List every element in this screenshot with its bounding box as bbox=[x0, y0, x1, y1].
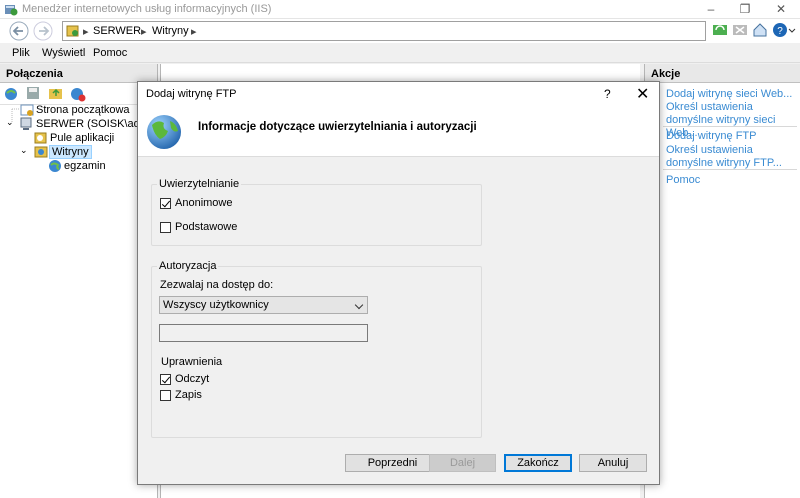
read-label: Odczyt bbox=[175, 373, 210, 385]
globe-icon bbox=[147, 115, 181, 149]
address-bar[interactable]: ▸ SERWER ▸ Witryny ▸ bbox=[62, 21, 706, 41]
dialog-header: Informacje dotyczące uwierzytelniania i … bbox=[138, 108, 659, 156]
tree-label-app-pools: Pule aplikacji bbox=[50, 132, 115, 144]
tree-label-start-page: Strona początkowa bbox=[36, 104, 130, 116]
address-separator-3: ▸ bbox=[191, 26, 197, 38]
next-button[interactable]: Dalej bbox=[429, 454, 496, 472]
allow-access-dropdown[interactable]: Wszyscy użytkownicy bbox=[159, 296, 368, 314]
add-website-link[interactable]: Dodaj witrynę sieci Web... bbox=[666, 88, 796, 101]
add-ftp-site-link[interactable]: Dodaj witrynę FTP bbox=[666, 130, 796, 143]
dialog-title: Dodaj witrynę FTP bbox=[146, 88, 237, 100]
add-ftp-site-dialog: Dodaj witrynę FTP ? ✕ Informacje dotyczą… bbox=[137, 81, 660, 485]
refresh-icon[interactable] bbox=[712, 22, 728, 38]
address-row: ▸ SERWER ▸ Witryny ▸ ? bbox=[0, 19, 800, 43]
connections-pane: Połączenia Strona początkowa ⌄ SERWER (S… bbox=[0, 64, 168, 498]
actions-separator-1 bbox=[663, 126, 797, 127]
menu-view[interactable]: Wyświetl bbox=[42, 47, 85, 59]
title-bar: Menedżer internetowych usług informacyjn… bbox=[0, 0, 800, 19]
sites-folder-icon bbox=[34, 146, 48, 158]
finish-button[interactable]: Zakończ bbox=[504, 454, 572, 472]
tree-label-egzamin: egzamin bbox=[64, 160, 106, 172]
anonymous-checkbox[interactable] bbox=[160, 198, 171, 209]
save-icon[interactable] bbox=[26, 86, 40, 100]
set-ftp-defaults-link[interactable]: Określ ustawienia domyślne witryny FTP..… bbox=[666, 144, 796, 170]
authentication-label: Uwierzytelnianie bbox=[157, 178, 242, 190]
site-globe-icon bbox=[49, 160, 61, 172]
chevron-down-icon bbox=[354, 300, 364, 310]
dialog-header-title: Informacje dotyczące uwierzytelniania i … bbox=[198, 121, 477, 133]
dialog-help-button[interactable]: ? bbox=[604, 87, 611, 101]
app-pool-icon bbox=[34, 132, 47, 144]
actions-pane: Akcje Dodaj witrynę sieci Web... Określ … bbox=[644, 64, 800, 498]
connections-header: Połączenia bbox=[0, 64, 157, 83]
collapse-chevron-icon[interactable]: ⌄ bbox=[20, 145, 28, 156]
maximize-button[interactable]: ❐ bbox=[728, 0, 762, 19]
server-icon bbox=[66, 25, 79, 37]
breadcrumb-server[interactable]: SERWER bbox=[93, 25, 141, 37]
connect-globe-icon[interactable] bbox=[4, 86, 20, 102]
authentication-group: Uwierzytelnianie Anonimowe Podstawowe bbox=[151, 178, 482, 246]
authorization-group: Autoryzacja Zezwalaj na dostęp do: Wszys… bbox=[151, 260, 482, 438]
menu-help[interactable]: Pomoc bbox=[93, 47, 127, 59]
read-checkbox[interactable] bbox=[160, 374, 171, 385]
address-separator-2: ▸ bbox=[141, 26, 147, 38]
dialog-footer: Poprzedni Dalej Zakończ Anuluj bbox=[138, 448, 659, 484]
basic-checkbox[interactable] bbox=[160, 222, 171, 233]
address-separator-1: ▸ bbox=[83, 26, 89, 38]
close-window-button[interactable]: ✕ bbox=[764, 0, 798, 19]
write-label: Zapis bbox=[175, 389, 202, 401]
back-arrow-icon[interactable] bbox=[8, 21, 30, 41]
allow-access-value: Wszyscy użytkownicy bbox=[163, 299, 269, 311]
previous-button[interactable]: Poprzedni bbox=[345, 454, 440, 472]
basic-label: Podstawowe bbox=[175, 221, 238, 233]
menu-file[interactable]: Plik bbox=[12, 47, 30, 59]
svg-text:?: ? bbox=[777, 26, 783, 37]
dialog-body: Uwierzytelnianie Anonimowe Podstawowe Au… bbox=[138, 156, 659, 448]
users-textbox[interactable] bbox=[159, 324, 368, 342]
server-computer-icon bbox=[20, 117, 32, 130]
allow-access-label: Zezwalaj na dostęp do: bbox=[160, 279, 274, 291]
disconnect-icon[interactable] bbox=[70, 86, 86, 102]
actions-separator-2 bbox=[663, 169, 797, 170]
start-page-icon bbox=[20, 104, 34, 116]
chevron-down-icon[interactable] bbox=[788, 22, 796, 38]
cancel-button[interactable]: Anuluj bbox=[579, 454, 647, 472]
connections-toolbar bbox=[0, 83, 157, 105]
iis-icon bbox=[5, 5, 18, 16]
expand-chevron-icon[interactable]: ⌄ bbox=[6, 117, 14, 128]
breadcrumb-sites[interactable]: Witryny bbox=[152, 25, 189, 37]
tree-label-sites: Witryny bbox=[49, 145, 92, 159]
forward-arrow-icon[interactable] bbox=[32, 21, 54, 41]
help-icon[interactable]: ? bbox=[772, 22, 788, 38]
help-link[interactable]: Pomoc bbox=[666, 174, 796, 187]
anonymous-label: Anonimowe bbox=[175, 197, 233, 209]
up-level-icon[interactable] bbox=[48, 86, 64, 100]
menu-bar: Plik Wyświetl Pomoc bbox=[0, 43, 800, 63]
window-title: Menedżer internetowych usług informacyjn… bbox=[22, 3, 272, 15]
stop-icon[interactable] bbox=[732, 22, 748, 38]
minimize-button[interactable]: – bbox=[694, 0, 728, 19]
authorization-label: Autoryzacja bbox=[157, 260, 219, 272]
home-icon[interactable] bbox=[752, 22, 768, 38]
permissions-label: Uprawnienia bbox=[161, 356, 223, 368]
actions-header: Akcje bbox=[645, 64, 800, 83]
write-checkbox[interactable] bbox=[160, 390, 171, 401]
dialog-close-button[interactable]: ✕ bbox=[636, 84, 649, 104]
